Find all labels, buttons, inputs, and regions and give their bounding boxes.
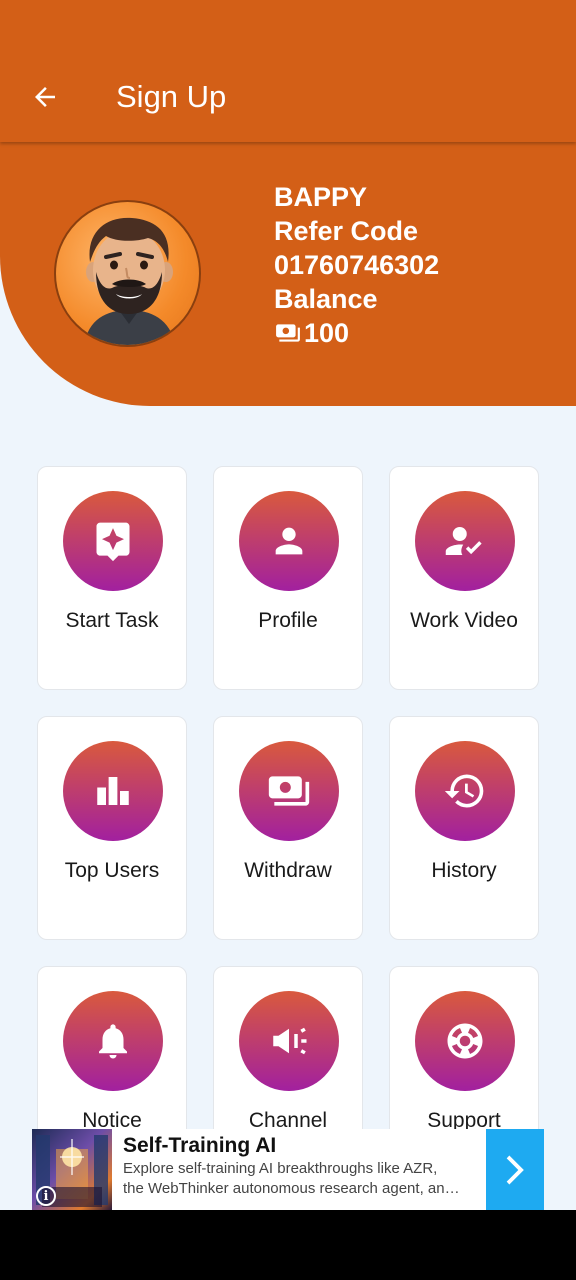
money-icon [276, 324, 300, 342]
card-label: Profile [258, 609, 318, 632]
money-icon [268, 776, 310, 806]
megaphone-icon [273, 1027, 307, 1055]
ad-cta-button[interactable] [486, 1129, 544, 1210]
profile-card[interactable]: Profile [213, 466, 363, 690]
system-nav-bar [0, 1210, 576, 1280]
chevron-right-icon [506, 1155, 524, 1184]
arrow-left-icon [35, 87, 55, 107]
bell-icon [99, 1024, 127, 1059]
ad-info-icon[interactable]: i [36, 1186, 56, 1206]
ad-banner[interactable]: i Self-Training AI Explore self-training… [32, 1129, 544, 1210]
work-video-card[interactable]: Work Video [389, 466, 539, 690]
user-name: BAPPY [274, 182, 368, 212]
profile-header: BAPPY Refer Code 01760746302 Balance 100 [0, 142, 576, 406]
ad-image: i [32, 1129, 112, 1210]
ad-description: Explore self-training AI breakthroughs l… [123, 1160, 460, 1197]
card-label: Withdraw [244, 859, 332, 882]
top-users-card[interactable]: Top Users [37, 716, 187, 940]
card-label: Top Users [64, 859, 160, 882]
card-label: Start Task [65, 609, 159, 632]
history-card[interactable]: History [389, 716, 539, 940]
back-button[interactable] [26, 78, 64, 116]
card-label: Work Video [410, 609, 518, 632]
history-icon [444, 774, 484, 808]
user-info: BAPPY Refer Code 01760746302 Balance 100 [274, 180, 439, 350]
start-task-card[interactable]: Start Task [37, 466, 187, 690]
refer-code-value: 01760746302 [274, 250, 440, 280]
balance-label: Balance [274, 284, 378, 314]
person-check-icon [445, 527, 482, 555]
card-label: History [431, 859, 497, 882]
page-title: Sign Up [116, 79, 227, 114]
withdraw-card[interactable]: Withdraw [213, 716, 363, 940]
ad-title: Self-Training AI [123, 1134, 277, 1157]
balance-value: 100 [304, 318, 350, 348]
bar-chart-icon [97, 777, 129, 805]
task-icon [96, 522, 130, 562]
avatar [54, 200, 201, 347]
balance-row: 100 [274, 316, 439, 350]
app-bar: Sign Up [0, 0, 576, 142]
person-icon [275, 527, 303, 555]
lifebuoy-icon [447, 1023, 483, 1059]
refer-code-label: Refer Code [274, 216, 419, 246]
